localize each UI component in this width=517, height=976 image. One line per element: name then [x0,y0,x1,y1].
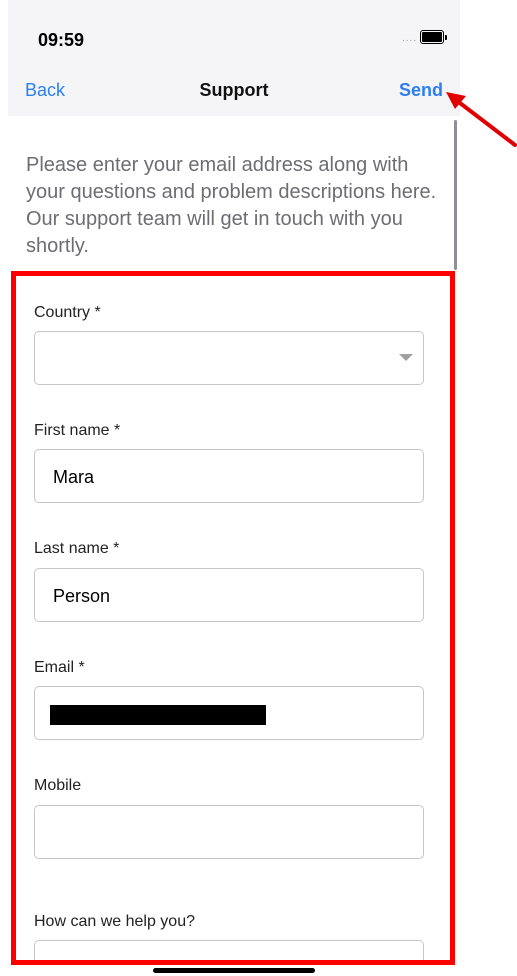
email-field[interactable] [34,686,424,740]
status-bar: 09:59 .... [8,0,460,70]
status-time: 09:59 [38,30,85,50]
chevron-down-icon [399,354,413,361]
pointer-arrow-icon [446,92,517,147]
email-label: Email * [34,659,85,676]
page-title: Support [199,80,269,100]
first-name-field[interactable]: Mara [34,449,424,503]
country-label: Country * [34,304,101,321]
last-name-value: Person [53,586,111,606]
home-indicator[interactable] [153,968,315,973]
phone-screen: 09:59 .... Back Support Send Please ente… [8,0,460,976]
support-form: Country * First name * Mara Last name * … [11,271,455,965]
send-button[interactable]: Send [399,80,443,101]
mobile-field[interactable] [34,805,424,859]
country-select[interactable] [34,331,424,385]
first-name-label: First name * [34,422,121,439]
help-label: How can we help you? [34,913,195,930]
navigation-bar: Back Support Send [8,70,460,116]
redaction-bar [50,705,266,725]
last-name-field[interactable]: Person [34,568,424,622]
first-name-value: Mara [53,467,95,487]
help-textarea[interactable] [34,940,424,960]
battery-nub [445,35,447,40]
battery-icon [420,30,447,44]
signal-icon: .... [402,33,418,44]
screen: 09:59 .... Back Support Send Please ente… [0,0,517,976]
intro-text: Please enter your email address along wi… [26,154,437,257]
battery-fill [422,32,442,42]
last-name-label: Last name * [34,540,120,557]
mobile-label: Mobile [34,777,82,794]
